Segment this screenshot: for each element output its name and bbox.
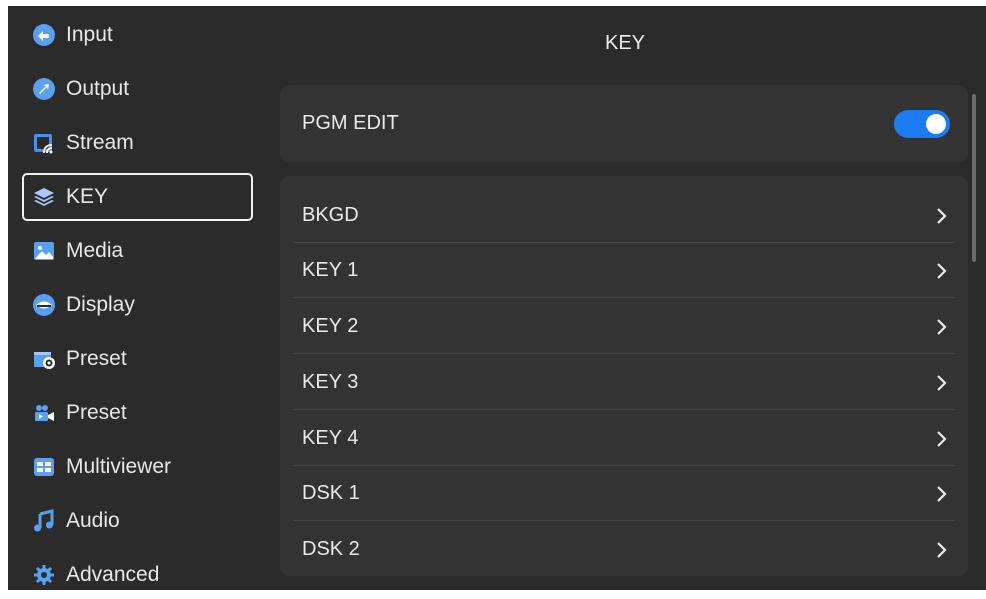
divider — [294, 409, 954, 410]
media-icon — [32, 239, 56, 263]
sidebar-item-label: Multiviewer — [66, 455, 172, 478]
input-icon — [32, 23, 56, 47]
list-item-label: DSK 1 — [302, 482, 360, 504]
sidebar-item-key[interactable]: KEY — [22, 173, 253, 221]
sidebar-item-output[interactable]: Output — [22, 65, 253, 113]
audio-icon — [32, 509, 56, 533]
pgm-edit-toggle[interactable] — [894, 110, 950, 138]
list-item-dsk-1[interactable]: DSK 1 — [280, 466, 968, 521]
sidebar-item-label: Stream — [66, 131, 134, 154]
scrollbar[interactable] — [972, 94, 976, 262]
chevron-right-icon — [937, 207, 947, 224]
display-icon — [32, 293, 56, 317]
divider — [294, 297, 954, 298]
divider — [294, 353, 954, 354]
layers-icon — [32, 185, 56, 209]
multiviewer-icon — [32, 455, 56, 479]
key-list-card: BKGD KEY 1 KEY 2 KEY 3 KEY 4 DSK 1 DSK 2 — [280, 176, 968, 576]
list-item-key-2[interactable]: KEY 2 — [280, 299, 968, 354]
list-item-label: KEY 1 — [302, 259, 359, 281]
app-window: Input Output Stream KEY Media Display Pr… — [8, 6, 986, 590]
sidebar-item-advanced[interactable]: Advanced — [22, 551, 253, 599]
list-item-label: DSK 2 — [302, 538, 360, 560]
chevron-right-icon — [937, 541, 947, 558]
sidebar-item-stream[interactable]: Stream — [22, 119, 253, 167]
sidebar-item-display[interactable]: Display — [22, 281, 253, 329]
toggle-knob — [926, 114, 946, 134]
sidebar-item-label: Output — [66, 77, 130, 100]
output-icon — [32, 77, 56, 101]
list-item-key-1[interactable]: KEY 1 — [280, 243, 968, 298]
list-item-label: KEY 4 — [302, 427, 359, 449]
sidebar-item-preset-2[interactable]: Preset — [22, 389, 253, 437]
sidebar-item-input[interactable]: Input — [22, 11, 253, 59]
list-item-label: KEY 2 — [302, 315, 359, 337]
chevron-right-icon — [937, 374, 947, 391]
page-title: KEY — [604, 32, 646, 54]
sidebar-item-preset[interactable]: Preset — [22, 335, 253, 383]
sidebar-item-label: Advanced — [66, 563, 160, 586]
divider — [294, 520, 954, 521]
pgm-edit-label: PGM EDIT — [302, 112, 399, 134]
list-item-key-3[interactable]: KEY 3 — [280, 355, 968, 410]
chevron-right-icon — [937, 485, 947, 502]
list-item-label: KEY 3 — [302, 371, 359, 393]
sidebar-item-label: Input — [66, 23, 113, 46]
chevron-right-icon — [937, 318, 947, 335]
chevron-right-icon — [937, 430, 947, 447]
sidebar-item-label: Preset — [66, 347, 127, 370]
preset-camera-icon — [32, 401, 56, 425]
sidebar-item-multiviewer[interactable]: Multiviewer — [22, 443, 253, 491]
sidebar-item-label: KEY — [66, 185, 109, 208]
list-item-label: BKGD — [302, 204, 359, 226]
sidebar-item-audio[interactable]: Audio — [22, 497, 253, 545]
list-item-dsk-2[interactable]: DSK 2 — [280, 522, 968, 577]
stream-icon — [32, 131, 56, 155]
sidebar: Input Output Stream KEY Media Display Pr… — [8, 6, 268, 590]
sidebar-item-label: Audio — [66, 509, 120, 532]
list-item-bkgd[interactable]: BKGD — [280, 188, 968, 243]
advanced-icon — [32, 563, 56, 587]
pgm-edit-card: PGM EDIT — [280, 85, 968, 162]
sidebar-item-label: Display — [66, 293, 135, 316]
sidebar-item-label: Preset — [66, 401, 127, 424]
list-item-key-4[interactable]: KEY 4 — [280, 411, 968, 466]
sidebar-item-label: Media — [66, 239, 124, 262]
chevron-right-icon — [937, 262, 947, 279]
preset-icon — [32, 347, 56, 371]
sidebar-item-media[interactable]: Media — [22, 227, 253, 275]
